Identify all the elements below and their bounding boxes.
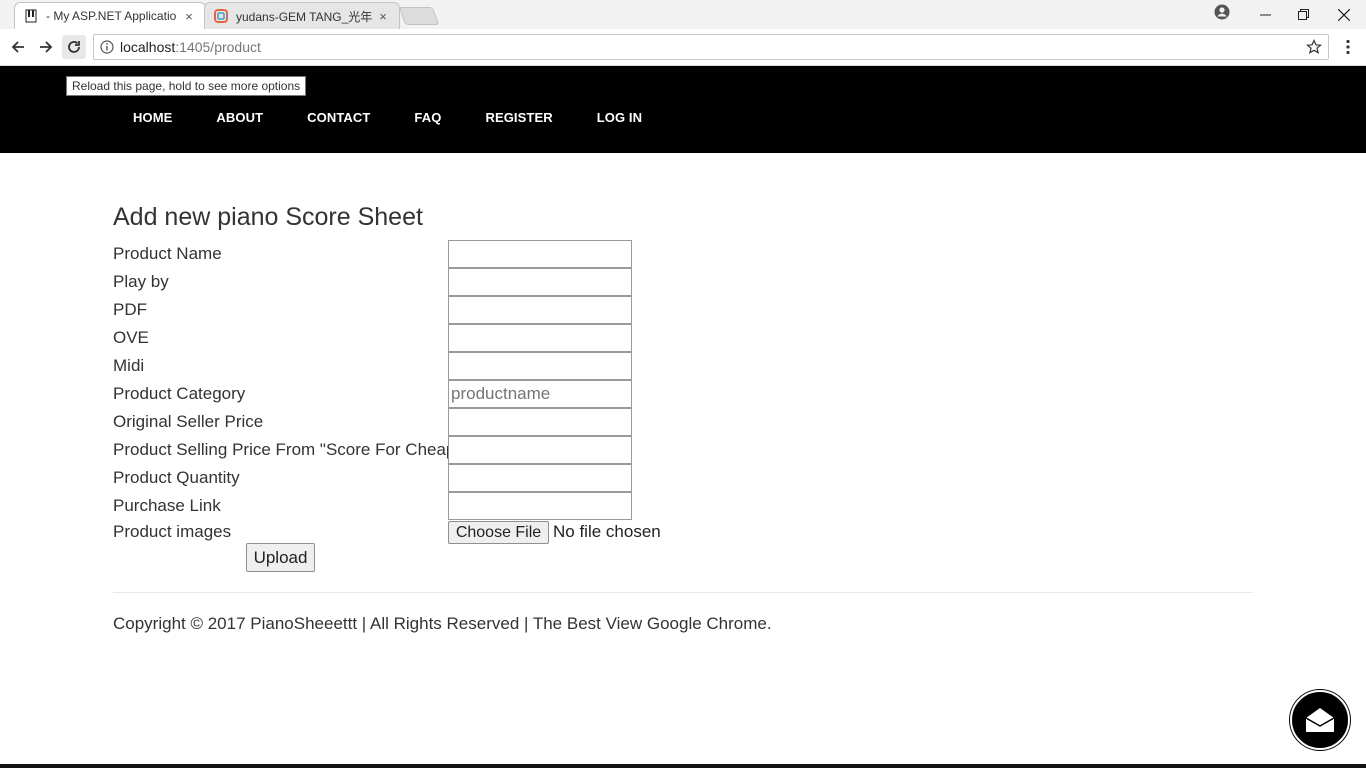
tab-my-aspnet-application[interactable]: - My ASP.NET Applicatio × bbox=[14, 2, 206, 29]
ove-label: OVE bbox=[113, 328, 149, 347]
bookmark-star-icon[interactable] bbox=[1306, 39, 1322, 60]
minimize-icon[interactable] bbox=[1246, 3, 1284, 27]
nav-about-link[interactable]: ABOUT bbox=[216, 110, 263, 125]
forward-arrow-icon bbox=[40, 41, 53, 53]
pdf-input[interactable] bbox=[448, 296, 632, 324]
site-favicon-icon bbox=[214, 9, 228, 23]
footer-copyright: Copyright © 2017 PianoSheeettt | All Rig… bbox=[113, 614, 772, 633]
form-row: Midi bbox=[113, 352, 1253, 380]
product-images-row: Product images Choose File No file chose… bbox=[113, 520, 1253, 544]
product-name-input[interactable] bbox=[448, 240, 632, 268]
product-category-input[interactable] bbox=[448, 380, 632, 408]
selling-price-input[interactable] bbox=[448, 436, 632, 464]
product-form: Product Name Play by PDF OVE Midi Produc… bbox=[113, 240, 1253, 544]
play-by-input[interactable] bbox=[448, 268, 632, 296]
original-seller-price-input[interactable] bbox=[448, 408, 632, 436]
chat-widget-button[interactable] bbox=[1290, 690, 1350, 750]
midi-label: Midi bbox=[113, 356, 145, 375]
browser-tabstrip: - My ASP.NET Applicatio × yudans-GEM TAN… bbox=[0, 0, 1366, 29]
play-by-label: Play by bbox=[113, 272, 169, 291]
tab-close-icon[interactable]: × bbox=[376, 9, 390, 24]
address-bar[interactable]: localhost:1405/product bbox=[93, 34, 1329, 60]
window-controls bbox=[1246, 0, 1366, 29]
nav-faq-link[interactable]: FAQ bbox=[414, 110, 441, 125]
product-images-label: Product images bbox=[113, 522, 232, 541]
form-row: PDF bbox=[113, 296, 1253, 324]
form-row: Original Seller Price bbox=[113, 408, 1253, 436]
tab-yudans-gem-tang[interactable]: yudans-GEM TANG_光年 × bbox=[204, 2, 400, 29]
piano-favicon-icon bbox=[24, 9, 38, 23]
upload-button[interactable]: Upload bbox=[246, 543, 315, 572]
new-tab-button[interactable] bbox=[398, 7, 440, 25]
product-quantity-input[interactable] bbox=[448, 464, 632, 492]
ove-input[interactable] bbox=[448, 324, 632, 352]
selling-price-label: Product Selling Price From "Score For Ch… bbox=[113, 440, 462, 459]
envelope-open-icon bbox=[1305, 708, 1335, 732]
browser-toolbar: localhost:1405/product bbox=[0, 29, 1366, 66]
tab-title: yudans-GEM TANG_光年 bbox=[236, 9, 372, 24]
close-window-icon[interactable] bbox=[1322, 3, 1366, 27]
reload-tooltip: Reload this page, hold to see more optio… bbox=[66, 76, 307, 96]
form-row: Product Quantity bbox=[113, 464, 1253, 492]
form-row: Purchase Link bbox=[113, 492, 1253, 520]
form-row: Play by bbox=[113, 268, 1253, 296]
tab-close-icon[interactable]: × bbox=[182, 9, 196, 24]
nav-login-link[interactable]: LOG IN bbox=[597, 110, 642, 125]
back-arrow-icon bbox=[11, 41, 24, 53]
footer-divider bbox=[113, 592, 1253, 593]
url-text: localhost:1405/product bbox=[120, 39, 261, 55]
main-content: Add new piano Score Sheet Product Name P… bbox=[113, 200, 1253, 633]
form-row: Product Selling Price From "Score For Ch… bbox=[113, 436, 1253, 464]
form-row: OVE bbox=[113, 324, 1253, 352]
file-status-text: No file chosen bbox=[553, 522, 661, 541]
purchase-link-input[interactable] bbox=[448, 492, 632, 520]
url-host: localhost bbox=[120, 39, 176, 55]
nav-links: HOME ABOUT CONTACT FAQ REGISTER LOG IN bbox=[133, 110, 686, 125]
tab-title: - My ASP.NET Applicatio bbox=[46, 9, 177, 23]
reload-icon bbox=[68, 41, 80, 53]
product-category-label: Product Category bbox=[113, 384, 246, 403]
pdf-label: PDF bbox=[113, 300, 147, 319]
original-seller-price-label: Original Seller Price bbox=[113, 412, 264, 431]
form-row: Product Category bbox=[113, 380, 1253, 408]
url-path: :1405/product bbox=[175, 39, 261, 55]
product-name-label: Product Name bbox=[113, 244, 222, 263]
forward-button[interactable] bbox=[34, 35, 58, 59]
profile-icon[interactable] bbox=[1213, 3, 1231, 21]
back-button[interactable] bbox=[6, 35, 30, 59]
purchase-link-label: Purchase Link bbox=[113, 496, 221, 515]
nav-register-link[interactable]: REGISTER bbox=[485, 110, 552, 125]
choose-file-button[interactable]: Choose File bbox=[448, 521, 549, 544]
nav-contact-link[interactable]: CONTACT bbox=[307, 110, 370, 125]
product-quantity-label: Product Quantity bbox=[113, 468, 240, 487]
browser-menu-icon[interactable] bbox=[1340, 37, 1356, 57]
info-icon[interactable] bbox=[94, 40, 120, 54]
midi-input[interactable] bbox=[448, 352, 632, 380]
nav-home-link[interactable]: HOME bbox=[133, 110, 172, 125]
bottom-edge bbox=[0, 764, 1366, 768]
reload-button[interactable] bbox=[62, 35, 86, 59]
restore-icon[interactable] bbox=[1284, 3, 1322, 27]
page-title: Add new piano Score Sheet bbox=[113, 203, 423, 231]
form-row: Product Name bbox=[113, 240, 1253, 268]
